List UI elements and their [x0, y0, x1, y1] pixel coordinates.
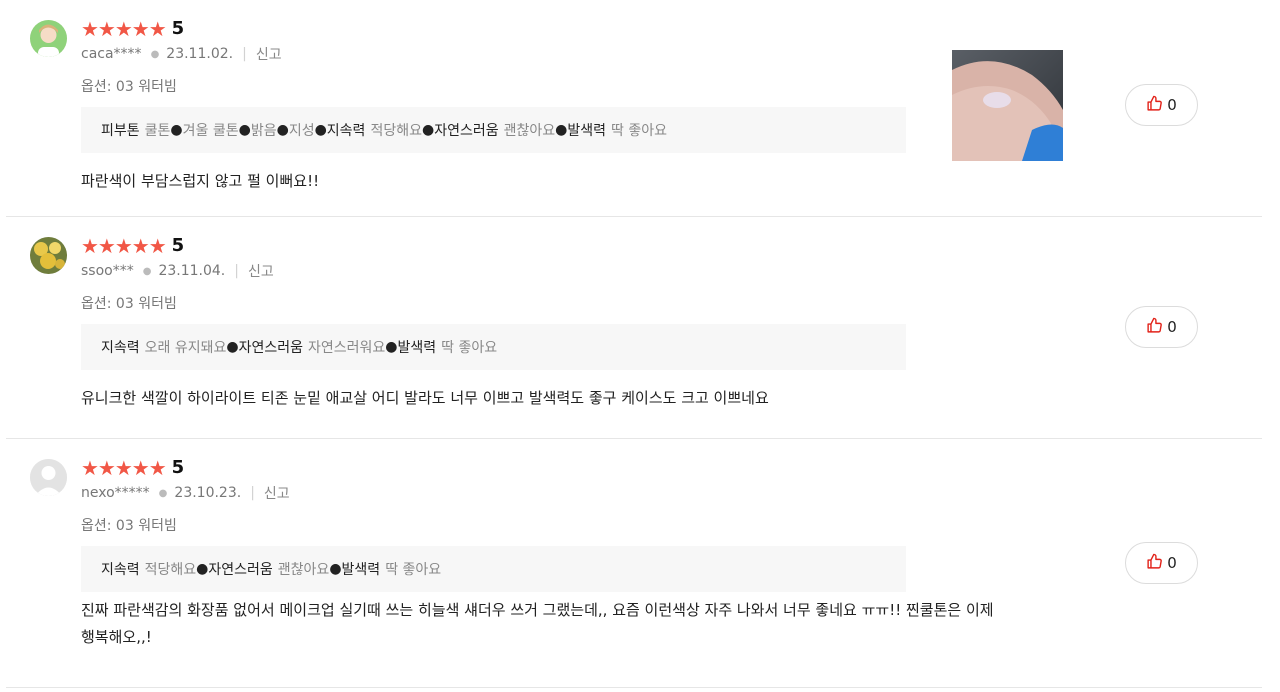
- report-link[interactable]: 신고: [264, 483, 290, 503]
- review-item: ★★★★★ 5 nexo***** ● 23.10.23. | 신고 옵션: 0…: [6, 439, 1262, 688]
- attr-item: 발색력 딱 좋아요: [567, 123, 667, 139]
- attr-item: 겨울 쿨톤: [182, 123, 239, 139]
- attribute-box: 지속력 적당해요 ● 자연스러움 괜찮아요 ● 발색력 딱 좋아요: [81, 546, 906, 592]
- username: caca****: [81, 46, 142, 62]
- avatar: [30, 459, 67, 496]
- attr-item: 발색력 딱 좋아요: [397, 340, 498, 356]
- attribute-box: 피부톤 쿨톤 ● 겨울 쿨톤 ● 밝음 ● 지성 ● 지속력 적당해요 ● 자연스러…: [81, 107, 906, 153]
- review-text: 유니크한 색깔이 하이라이트 티존 눈밑 애교살 어디 발라도 너무 이쁘고 발…: [81, 389, 769, 407]
- report-link[interactable]: 신고: [248, 261, 274, 281]
- option-text: 옵션: 03 워터빔: [81, 296, 177, 312]
- avatar: [30, 237, 67, 274]
- star-rating: ★★★★★: [81, 17, 167, 41]
- attr-item: 자연스러움 괜찮아요: [434, 123, 556, 139]
- rating-score: 5: [171, 18, 185, 39]
- option-text: 옵션: 03 워터빔: [81, 518, 177, 534]
- like-count: 0: [1167, 318, 1177, 336]
- rating: ★★★★★ 5: [81, 17, 184, 41]
- attr-item: 피부톤 쿨톤: [101, 123, 171, 139]
- option-text: 옵션: 03 워터빔: [81, 79, 177, 95]
- attr-item: 지속력 적당해요: [101, 562, 197, 578]
- attr-item: 자연스러움 괜찮아요: [208, 562, 330, 578]
- username: ssoo***: [81, 263, 134, 279]
- review-item: ★★★★★ 5 caca**** ● 23.11.02. | 신고 옵션: 03…: [6, 0, 1262, 217]
- review-text: 파란색이 부담스럽지 않고 펄 이뻐요!!: [81, 172, 320, 190]
- star-rating: ★★★★★: [81, 456, 167, 480]
- rating: ★★★★★ 5: [81, 234, 184, 258]
- rating-score: 5: [171, 457, 185, 478]
- report-link[interactable]: 신고: [256, 44, 282, 64]
- review-date: 23.11.02.: [166, 46, 234, 62]
- rating: ★★★★★ 5: [81, 456, 184, 480]
- attr-item: 자연스러움 자연스러워요: [238, 340, 386, 356]
- divider: |: [234, 263, 239, 279]
- review-item: ★★★★★ 5 ssoo*** ● 23.11.04. | 신고 옵션: 03 …: [6, 217, 1262, 439]
- review-meta: ssoo*** ● 23.11.04. | 신고: [81, 261, 274, 281]
- dot-separator: ●: [158, 487, 168, 499]
- review-date: 23.11.04.: [158, 263, 226, 279]
- attr-item: 지속력 적당해요: [326, 123, 422, 139]
- review-text-line: 진짜 파란색감의 화장품 없어서 메이크업 실기때 쓰는 히늘색 섀더우 쓰거 …: [81, 601, 994, 619]
- review-text-line: 행복해오,,!: [81, 628, 152, 646]
- username: nexo*****: [81, 485, 150, 501]
- rating-score: 5: [171, 235, 185, 256]
- attr-item: 지성: [288, 123, 315, 139]
- avatar: [30, 20, 67, 57]
- review-date: 23.10.23.: [174, 485, 242, 501]
- review-meta: caca**** ● 23.11.02. | 신고: [81, 44, 282, 64]
- attr-item: 발색력 딱 좋아요: [341, 562, 442, 578]
- like-button[interactable]: 0: [1125, 306, 1198, 348]
- dot-separator: ●: [150, 48, 160, 60]
- divider: |: [250, 485, 255, 501]
- like-button[interactable]: 0: [1125, 84, 1198, 126]
- divider: |: [242, 46, 247, 62]
- attr-item: 지속력 오래 유지돼요: [101, 340, 227, 356]
- dot-separator: ●: [142, 265, 152, 277]
- like-count: 0: [1167, 554, 1177, 572]
- attr-item: 밝음: [250, 123, 277, 139]
- like-count: 0: [1167, 96, 1177, 114]
- attribute-box: 지속력 오래 유지돼요 ● 자연스러움 자연스러워요 ● 발색력 딱 좋아요: [81, 324, 906, 370]
- review-photo[interactable]: [952, 50, 1063, 161]
- thumbs-up-icon: [1146, 553, 1167, 574]
- review-meta: nexo***** ● 23.10.23. | 신고: [81, 483, 290, 503]
- thumbs-up-icon: [1146, 95, 1167, 116]
- star-rating: ★★★★★: [81, 234, 167, 258]
- thumbs-up-icon: [1146, 317, 1167, 338]
- like-button[interactable]: 0: [1125, 542, 1198, 584]
- review-text: 진짜 파란색감의 화장품 없어서 메이크업 실기때 쓰는 히늘색 섀더우 쓰거 …: [81, 597, 1081, 651]
